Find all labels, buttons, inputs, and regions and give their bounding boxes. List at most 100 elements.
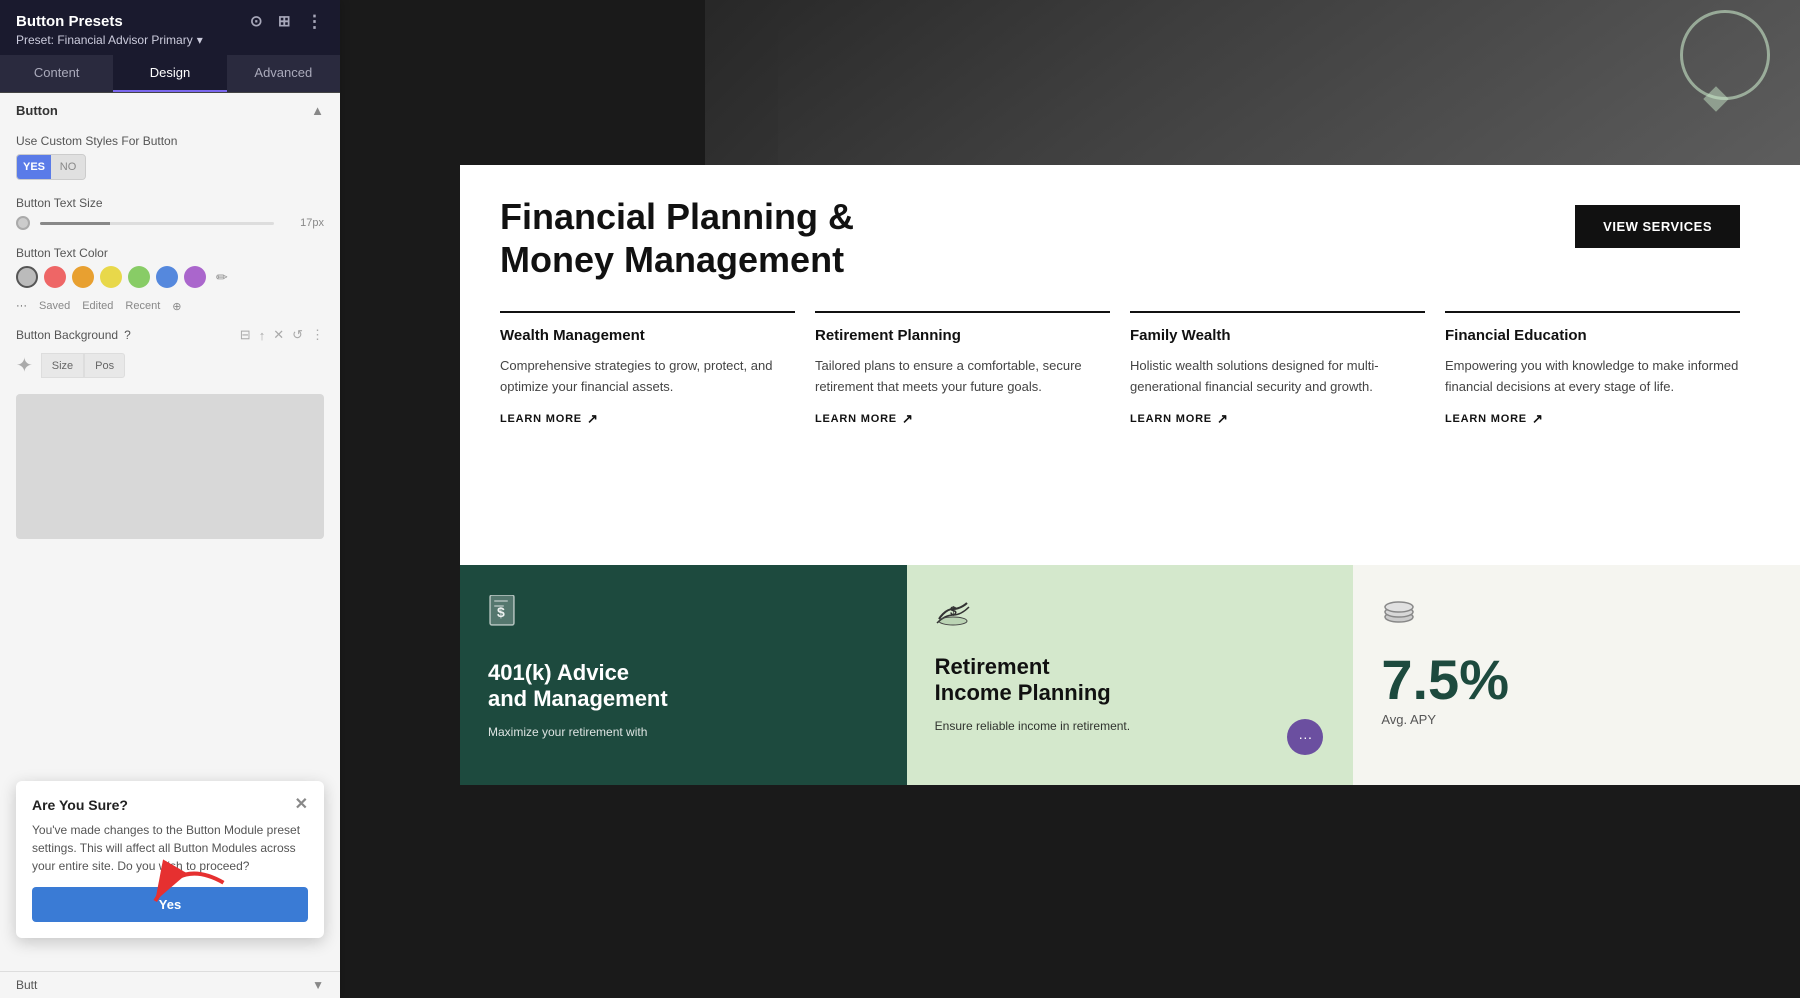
main-title: Financial Planning & Money Management — [500, 195, 854, 281]
bg-label: Button Background ? — [16, 328, 131, 342]
hero-background-image — [705, 0, 1800, 165]
bg-icon-undo[interactable]: ↺ — [292, 327, 303, 343]
card-401k: $ 401(k) Advice and Management Maximize … — [460, 565, 907, 785]
card-apy: 7.5% Avg. APY — [1353, 565, 1800, 785]
service-desc-education: Empowering you with knowledge to make in… — [1445, 356, 1740, 396]
swatch-red[interactable] — [44, 266, 66, 288]
add-icon[interactable]: ⊕ — [172, 300, 181, 313]
learn-more-family[interactable]: LEARN MORE ↗ — [1130, 411, 1425, 427]
service-desc-retirement: Tailored plans to ensure a comfortable, … — [815, 356, 1110, 396]
color-picker-icon[interactable]: ✏ — [216, 269, 228, 286]
confirm-title-row: Are You Sure? ✕ — [32, 797, 308, 813]
deco-circle — [1680, 10, 1770, 100]
svg-text:$: $ — [950, 604, 957, 618]
card-401k-icon: $ — [488, 595, 879, 640]
swatch-gray[interactable] — [16, 266, 38, 288]
more-icon[interactable]: ⋮ — [306, 12, 324, 30]
preset-label: Preset: Financial Advisor Primary — [16, 33, 193, 47]
learn-more-retirement[interactable]: LEARN MORE ↗ — [815, 411, 1110, 427]
arrow-icon-wealth: ↗ — [587, 411, 599, 427]
swatch-purple[interactable] — [184, 266, 206, 288]
preset-arrow-icon[interactable]: ▾ — [197, 33, 203, 47]
custom-styles-toggle[interactable]: YES NO — [16, 154, 86, 180]
button-section-header: Button ▲ — [0, 93, 340, 126]
service-col-retirement: Retirement Planning Tailored plans to en… — [815, 311, 1110, 426]
size-row: ✦ Size Pos — [0, 349, 340, 386]
service-col-family: Family Wealth Holistic wealth solutions … — [1130, 311, 1425, 426]
swatch-orange[interactable] — [72, 266, 94, 288]
bg-icon-more[interactable]: ⋮ — [311, 327, 324, 343]
slider-handle[interactable] — [16, 216, 30, 230]
apy-number: 7.5% — [1381, 652, 1772, 708]
layout-icon[interactable]: ⊞ — [278, 12, 296, 30]
swatch-blue[interactable] — [156, 266, 178, 288]
confirm-title-text: Are You Sure? — [32, 797, 128, 813]
bg-icon-layout[interactable]: ⊟ — [240, 327, 251, 343]
services-grid: Wealth Management Comprehensive strategi… — [500, 311, 1740, 426]
panel-title-row: Button Presets ⊙ ⊞ ⋮ — [16, 12, 324, 30]
service-col-education: Financial Education Empowering you with … — [1445, 311, 1740, 426]
service-title-wealth: Wealth Management — [500, 327, 795, 344]
button-preview-box — [16, 394, 324, 539]
confirm-button-row: Yes — [32, 887, 308, 922]
text-size-label: Button Text Size — [16, 196, 324, 210]
fullscreen-icon[interactable]: ⊙ — [250, 12, 268, 30]
tab-content[interactable]: Content — [0, 55, 113, 92]
card-401k-title: 401(k) Advice and Management — [488, 660, 879, 713]
tab-advanced[interactable]: Advanced — [227, 55, 340, 92]
left-panel: Button Presets ⊙ ⊞ ⋮ Preset: Financial A… — [0, 0, 340, 998]
text-size-slider[interactable]: 17px — [16, 216, 324, 230]
toggle-no[interactable]: NO — [51, 155, 85, 179]
section-collapse-icon[interactable]: ▲ — [311, 103, 324, 118]
learn-more-wealth[interactable]: LEARN MORE ↗ — [500, 411, 795, 427]
color-swatches: ✏ — [16, 266, 324, 288]
arrow-icon-retirement: ↗ — [902, 411, 914, 427]
pos-button[interactable]: Pos — [84, 353, 125, 378]
bg-icon-pin[interactable]: ✕ — [273, 327, 284, 343]
panel-title-text: Button Presets — [16, 13, 123, 30]
edited-label[interactable]: Edited — [82, 300, 113, 313]
custom-styles-label: Use Custom Styles For Button — [16, 134, 324, 148]
chat-dots-icon: ··· — [1298, 729, 1312, 745]
card-401k-desc: Maximize your retirement with — [488, 723, 879, 741]
confirm-yes-button[interactable]: Yes — [32, 887, 308, 922]
cards-section: $ 401(k) Advice and Management Maximize … — [460, 565, 1800, 785]
swatch-yellow[interactable] — [100, 266, 122, 288]
toggle-yes[interactable]: YES — [17, 155, 51, 179]
card-coins-icon — [1381, 595, 1772, 632]
view-services-button[interactable]: VIEW SERVICES — [1575, 205, 1740, 248]
panel-subtitle: Preset: Financial Advisor Primary ▾ — [16, 33, 324, 47]
panel-title-icons: ⊙ ⊞ ⋮ — [250, 12, 324, 30]
service-col-wealth: Wealth Management Comprehensive strategi… — [500, 311, 795, 426]
bg-row: Button Background ? ⊟ ↑ ✕ ↺ ⋮ — [0, 321, 340, 349]
recent-label[interactable]: Recent — [125, 300, 160, 313]
tab-design[interactable]: Design — [113, 55, 226, 92]
confirm-close-button[interactable]: ✕ — [295, 797, 308, 813]
size-button[interactable]: Size — [41, 353, 84, 378]
help-icon[interactable]: ? — [124, 328, 131, 342]
confirm-dialog: Are You Sure? ✕ You've made changes to t… — [16, 781, 324, 938]
main-title-line2: Money Management — [500, 239, 844, 280]
gradient-handle-left: ✦ — [16, 353, 33, 378]
slider-track — [40, 222, 274, 225]
arrow-icon-family: ↗ — [1217, 411, 1229, 427]
bg-icon-cursor[interactable]: ↑ — [259, 328, 266, 343]
saved-label[interactable]: Saved — [39, 300, 70, 313]
text-color-row: Button Text Color ✏ — [0, 238, 340, 296]
text-color-label: Button Text Color — [16, 246, 324, 260]
card-retirement-income: $ Retirement Income Planning Ensure reli… — [907, 565, 1354, 785]
learn-more-education[interactable]: LEARN MORE ↗ — [1445, 411, 1740, 427]
bg-icons: ⊟ ↑ ✕ ↺ ⋮ — [240, 327, 324, 343]
panel-bottom-label: Butt ▼ — [0, 971, 340, 998]
main-content: Financial Planning & Money Management VI… — [340, 0, 1800, 998]
panel-header: Button Presets ⊙ ⊞ ⋮ Preset: Financial A… — [0, 0, 340, 55]
swatch-green[interactable] — [128, 266, 150, 288]
service-title-education: Financial Education — [1445, 327, 1740, 344]
bottom-toggle-icon[interactable]: ▼ — [312, 978, 324, 992]
service-title-retirement: Retirement Planning — [815, 327, 1110, 344]
custom-styles-row: Use Custom Styles For Button YES NO — [0, 126, 340, 188]
saved-row: ··· Saved Edited Recent ⊕ — [0, 296, 340, 321]
white-section: Financial Planning & Money Management VI… — [460, 165, 1800, 565]
bottom-label-text: Butt — [16, 978, 37, 992]
panel-tabs: Content Design Advanced — [0, 55, 340, 93]
